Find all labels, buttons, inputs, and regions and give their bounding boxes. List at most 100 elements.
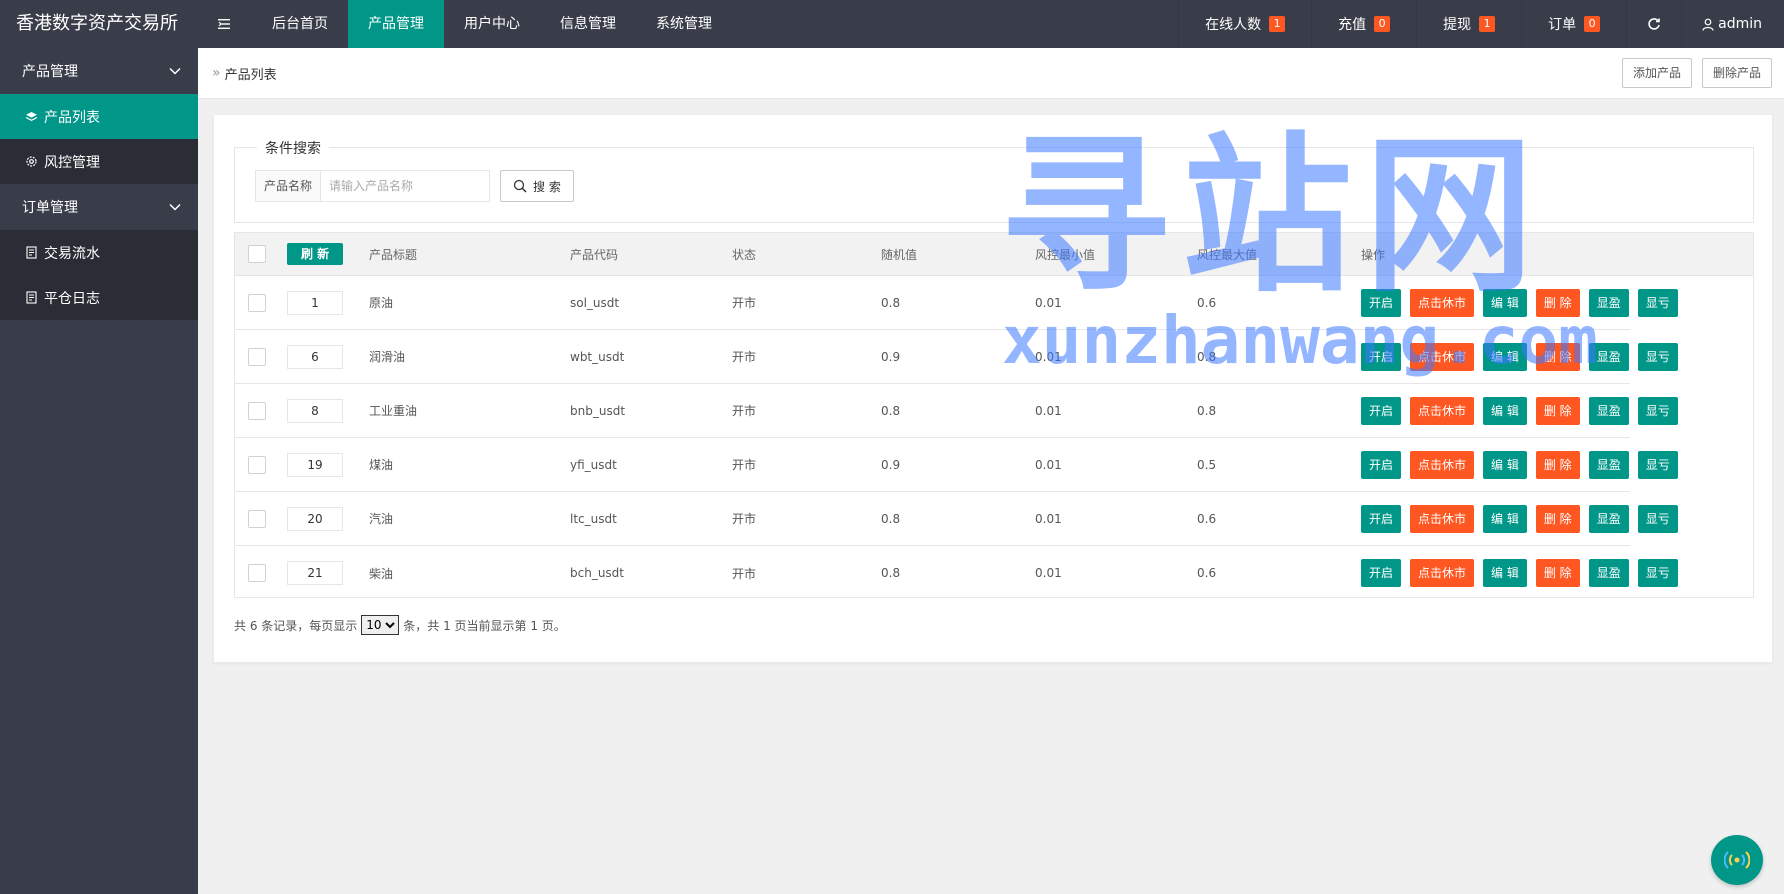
online-count[interactable]: 在线人数 1 — [1178, 0, 1311, 48]
sort-input[interactable]: 1 — [287, 290, 343, 315]
cell-ops: 开启 点击休市编 辑删 除显盈 显亏 — [1361, 438, 1687, 491]
float-signal-button[interactable] — [1711, 835, 1763, 885]
row-checkbox[interactable] — [248, 347, 266, 366]
show-profit-button[interactable]: 显盈 — [1588, 504, 1629, 533]
close-market-button[interactable]: 点击休市 — [1410, 396, 1475, 425]
menu-toggle-icon[interactable] — [198, 0, 252, 48]
sidebar-item-risk[interactable]: 风控管理 — [0, 139, 198, 184]
delete-button[interactable]: 删 除 — [1535, 559, 1580, 587]
sidebar-group-product[interactable]: 产品管理 — [0, 48, 198, 94]
row-checkbox[interactable] — [248, 293, 266, 312]
refresh-button[interactable]: 刷 新 — [287, 243, 344, 265]
add-product-button[interactable]: 添加产品 — [1621, 58, 1692, 88]
delete-button[interactable]: 删 除 — [1535, 504, 1580, 533]
row-checkbox[interactable] — [248, 509, 266, 528]
header-cell-select — [248, 233, 266, 275]
sort-input[interactable]: 6 — [287, 344, 343, 369]
sidebar-item-label: 风控管理 — [44, 154, 100, 171]
select-all-checkbox[interactable] — [248, 245, 266, 263]
row-checkbox[interactable] — [248, 564, 266, 582]
close-market-button[interactable]: 点击休市 — [1410, 504, 1475, 533]
nav-product[interactable]: 产品管理 — [348, 0, 444, 48]
cell-title: 煤油 — [369, 458, 394, 472]
cell-title: 润滑油 — [369, 350, 406, 364]
close-market-button[interactable]: 点击休市 — [1410, 288, 1475, 317]
nav-user[interactable]: 用户中心 — [444, 0, 540, 48]
search-button[interactable]: 搜 索 — [500, 170, 574, 202]
open-button[interactable]: 开启 — [1361, 396, 1402, 425]
cell-ops: 开启 点击休市编 辑删 除显盈 显亏 — [1361, 546, 1687, 600]
cell-select — [248, 276, 266, 329]
nav-system[interactable]: 系统管理 — [636, 0, 732, 48]
cell-status: 开市 — [732, 566, 757, 581]
sidebar-group-label: 产品管理 — [22, 64, 78, 80]
pager-prefix: 共 6 条记录，每页显示 — [234, 618, 358, 633]
sidebar-item-close-log[interactable]: 平仓日志 — [0, 275, 198, 320]
delete-product-button[interactable]: 删除产品 — [1701, 58, 1772, 88]
sort-input[interactable]: 19 — [287, 452, 343, 477]
online-badge: 1 — [1269, 16, 1286, 32]
sort-input[interactable]: 20 — [287, 506, 343, 531]
show-loss-button[interactable]: 显亏 — [1637, 396, 1678, 425]
sort-input[interactable]: 21 — [287, 561, 343, 585]
user-icon — [1702, 18, 1714, 31]
close-market-button[interactable]: 点击休市 — [1410, 559, 1475, 587]
sidebar-item-trade[interactable]: 交易流水 — [0, 230, 198, 275]
sidebar-group-order[interactable]: 订单管理 — [0, 184, 198, 230]
edit-button[interactable]: 编 辑 — [1483, 396, 1527, 425]
document-icon — [24, 246, 38, 260]
show-loss-button[interactable]: 显亏 — [1637, 288, 1678, 317]
row-checkbox[interactable] — [248, 455, 266, 474]
withdraw-count[interactable]: 提现 1 — [1416, 0, 1521, 48]
row-checkbox[interactable] — [248, 401, 266, 420]
edit-button[interactable]: 编 辑 — [1483, 342, 1527, 371]
delete-button[interactable]: 删 除 — [1535, 342, 1580, 371]
sidebar-item-label: 平仓日志 — [44, 290, 100, 307]
show-loss-button[interactable]: 显亏 — [1637, 559, 1678, 587]
page-size-select[interactable]: 10 — [361, 615, 400, 635]
show-profit-button[interactable]: 显盈 — [1588, 288, 1629, 317]
close-market-button[interactable]: 点击休市 — [1410, 450, 1475, 479]
open-button[interactable]: 开启 — [1361, 450, 1402, 479]
show-loss-button[interactable]: 显亏 — [1637, 342, 1678, 371]
sort-input[interactable]: 8 — [287, 398, 343, 423]
close-market-button[interactable]: 点击休市 — [1410, 342, 1475, 371]
recharge-count[interactable]: 充值 0 — [1311, 0, 1416, 48]
sidebar-item-product-list[interactable]: 产品列表 — [0, 94, 198, 139]
show-profit-button[interactable]: 显盈 — [1588, 559, 1629, 587]
refresh-icon[interactable] — [1626, 0, 1681, 48]
delete-button[interactable]: 删 除 — [1535, 288, 1580, 317]
nav-info[interactable]: 信息管理 — [540, 0, 636, 48]
show-loss-button[interactable]: 显亏 — [1637, 504, 1678, 533]
product-name-input[interactable] — [320, 170, 491, 202]
edit-button[interactable]: 编 辑 — [1483, 504, 1527, 533]
orders-label: 订单 — [1548, 17, 1577, 33]
breadcrumb-current: 产品列表 — [224, 67, 277, 83]
show-loss-button[interactable]: 显亏 — [1637, 450, 1678, 479]
edit-button[interactable]: 编 辑 — [1483, 559, 1527, 587]
nav-home[interactable]: 后台首页 — [252, 0, 348, 48]
header-random: 随机值 — [881, 247, 918, 262]
edit-button[interactable]: 编 辑 — [1483, 288, 1527, 317]
pager: 共 6 条记录，每页显示 10 条，共 1 页当前显示第 1 页。 — [234, 615, 566, 635]
delete-button[interactable]: 删 除 — [1535, 396, 1580, 425]
sidebar-item-label: 交易流水 — [44, 245, 100, 262]
recharge-badge: 0 — [1374, 16, 1391, 32]
header-code: 产品代码 — [570, 247, 619, 262]
user-menu[interactable]: admin — [1681, 0, 1784, 48]
open-button[interactable]: 开启 — [1361, 288, 1402, 317]
cell-random: 0.8 — [881, 511, 901, 526]
edit-button[interactable]: 编 辑 — [1483, 450, 1527, 479]
cell-risk-min: 0.01 — [1035, 295, 1062, 310]
show-profit-button[interactable]: 显盈 — [1588, 342, 1629, 371]
show-profit-button[interactable]: 显盈 — [1588, 450, 1629, 479]
product-table: 刷 新 产品标题 产品代码 状态 随机值 风控最小值 风控最大值 操作 1 原油 s… — [234, 232, 1754, 598]
open-button[interactable]: 开启 — [1361, 559, 1402, 587]
open-button[interactable]: 开启 — [1361, 504, 1402, 533]
show-profit-button[interactable]: 显盈 — [1588, 396, 1629, 425]
open-button[interactable]: 开启 — [1361, 342, 1402, 371]
orders-count[interactable]: 订单 0 — [1521, 0, 1626, 48]
delete-button[interactable]: 删 除 — [1535, 450, 1580, 479]
cell-select — [248, 384, 266, 437]
cell-sort: 1 — [287, 276, 343, 329]
